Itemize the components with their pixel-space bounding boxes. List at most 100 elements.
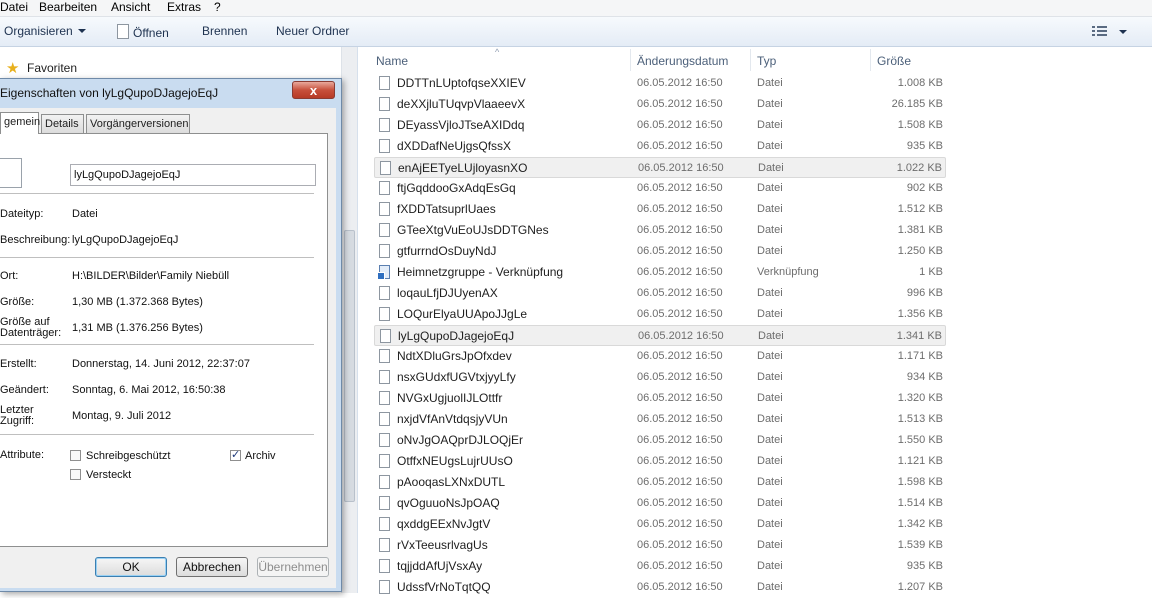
file-date: 06.05.2012 16:50: [638, 330, 724, 342]
file-date: 06.05.2012 16:50: [637, 539, 723, 551]
file-row[interactable]: deXXjluTUqvpVlaaeevX 06.05.2012 16:50 Date…: [374, 94, 946, 115]
close-icon: x: [309, 83, 318, 98]
file-row[interactable]: rVxTeeusrlvagUs 06.05.2012 16:50 Datei 1.53…: [374, 535, 946, 556]
file-date: 06.05.2012 16:50: [638, 162, 724, 174]
file-icon: [379, 475, 390, 489]
file-row[interactable]: GTeeXtgVuEoUJsDDTGNes 06.05.2012 16:50 Dat…: [374, 220, 946, 241]
file-type: Datei: [757, 98, 783, 110]
ok-button[interactable]: OK: [95, 557, 167, 577]
file-row[interactable]: LOQurElyaUUApoJJgLe 06.05.2012 16:50 Datei…: [374, 304, 946, 325]
column-name[interactable]: Name: [376, 54, 408, 68]
archive-checkbox[interactable]: [230, 448, 241, 461]
file-name-field[interactable]: lyLgQupoDJagejoEqJ: [70, 164, 316, 186]
file-row[interactable]: DDTTnLUptofqseXXIEV 06.05.2012 16:50 Datei…: [374, 73, 946, 94]
file-date: 06.05.2012 16:50: [637, 308, 723, 320]
file-type: Datei: [757, 140, 783, 152]
column-divider[interactable]: [630, 49, 631, 71]
open-button[interactable]: Öffnen: [117, 24, 169, 41]
file-icon: [379, 118, 390, 132]
tab-details[interactable]: Details: [41, 114, 84, 133]
chevron-down-icon: [77, 29, 86, 33]
file-row[interactable]: Heimnetzgruppe - Verknüpfung 06.05.2012 1…: [374, 262, 946, 283]
apply-button[interactable]: Übernehmen: [257, 557, 329, 577]
view-options-icon[interactable]: [1092, 25, 1108, 41]
file-name: Heimnetzgruppe - Verknüpfung: [397, 265, 564, 279]
file-row[interactable]: nxjdVfAnVtdqsjyVUn 06.05.2012 16:50 Datei 1…: [374, 409, 946, 430]
hidden-checkbox[interactable]: [70, 469, 81, 480]
column-divider[interactable]: [870, 49, 871, 71]
file-date: 06.05.2012 16:50: [637, 140, 723, 152]
file-size: 1.121 KB: [897, 455, 943, 467]
file-row[interactable]: UdssfVrNoTqtQQ 06.05.2012 16:50 Datei 1.207…: [374, 577, 946, 598]
file-icon: [0, 158, 22, 188]
file-icon: [379, 349, 390, 363]
file-size: 1.171 KB: [897, 350, 943, 362]
created-label: Erstellt:: [0, 358, 37, 370]
cancel-button[interactable]: Abbrechen: [176, 557, 248, 577]
file-type: Datei: [757, 518, 783, 530]
file-row[interactable]: loqauLfjDJUyenAX 06.05.2012 16:50 Datei 996…: [374, 283, 946, 304]
column-size[interactable]: Größe: [877, 54, 911, 68]
tab-previous-versions[interactable]: Vorgängerversionen: [86, 114, 190, 133]
readonly-label: Schreibgeschützt: [86, 450, 171, 462]
file-row[interactable]: nsxGUdxfUGVtxjyyLfy 06.05.2012 16:50 Datei…: [374, 367, 946, 388]
menu-datei[interactable]: Datei: [0, 0, 28, 14]
file-date: 06.05.2012 16:50: [637, 581, 723, 593]
file-icon: [379, 538, 390, 552]
file-type: Datei: [757, 560, 783, 572]
menu-bearbeiten[interactable]: Bearbeiten: [39, 0, 97, 14]
file-row[interactable]: NdtXDluGrsJpOfxdev 06.05.2012 16:50 Datei 1…: [374, 346, 946, 367]
file-name: nsxGUdxfUGVtxjyyLfy: [397, 370, 516, 384]
file-date: 06.05.2012 16:50: [637, 224, 723, 236]
file-date: 06.05.2012 16:50: [637, 434, 723, 446]
organize-button[interactable]: Organisieren: [4, 24, 86, 39]
file-row[interactable]: pAooqasLXNxDUTL 06.05.2012 16:50 Datei 1.59…: [374, 472, 946, 493]
file-size: 934 KB: [906, 371, 943, 383]
file-name: oNvJgOAQprDJLOQjEr: [397, 433, 524, 447]
file-name: fXDDTatsuprlUaes: [397, 202, 496, 216]
file-date: 06.05.2012 16:50: [637, 98, 723, 110]
file-size: 902 KB: [906, 182, 943, 194]
file-icon: [379, 307, 390, 321]
divider: [0, 193, 314, 194]
file-row[interactable]: ftjGqddooGxAdqEsGq 06.05.2012 16:50 Datei 9…: [374, 178, 946, 199]
nav-favorites[interactable]: Favoriten: [27, 61, 77, 75]
column-type[interactable]: Typ: [757, 54, 776, 68]
file-type: Datei: [757, 581, 783, 593]
file-row[interactable]: DEyassVjloJTseAXIDdq 06.05.2012 16:50 Date…: [374, 115, 946, 136]
column-date[interactable]: Änderungsdatum: [637, 54, 728, 68]
menu-bar: Datei Bearbeiten Ansicht Extras ?: [0, 0, 1152, 17]
view-menu-chevron-icon[interactable]: [1119, 30, 1127, 34]
location-label: Ort:: [0, 270, 19, 282]
file-name: ftjGqddooGxAdqEsGq: [397, 181, 516, 195]
menu-ansicht[interactable]: Ansicht: [111, 0, 150, 14]
burn-button[interactable]: Brennen: [202, 24, 247, 39]
new-folder-button[interactable]: Neuer Ordner: [276, 24, 349, 39]
close-button[interactable]: x: [292, 81, 335, 99]
menu-help[interactable]: ?: [214, 0, 221, 14]
file-size: 935 KB: [906, 140, 943, 152]
modified-label: Geändert:: [0, 384, 49, 396]
file-row[interactable]: gtfurrndOsDuyNdJ 06.05.2012 16:50 Datei 1.2…: [374, 241, 946, 262]
column-divider[interactable]: [750, 49, 751, 71]
file-row[interactable]: enAjEETyeLUjloyasnXO 06.05.2012 16:50 Date…: [374, 157, 946, 178]
file-date: 06.05.2012 16:50: [637, 266, 723, 278]
menu-extras[interactable]: Extras: [167, 0, 201, 14]
file-size: 1.508 KB: [897, 119, 943, 131]
created-value: Donnerstag, 14. Juni 2012, 22:37:07: [72, 358, 250, 370]
file-icon: [379, 76, 390, 90]
file-row[interactable]: oNvJgOAQprDJLOQjEr 06.05.2012 16:50 Datei 1…: [374, 430, 946, 451]
file-row[interactable]: OtffxNEUgsLujrUUsO 06.05.2012 16:50 Datei 1…: [374, 451, 946, 472]
file-row[interactable]: tqjjddAfUjVsxAy 06.05.2012 16:50 Datei 935 …: [374, 556, 946, 577]
file-size: 1.598 KB: [897, 476, 943, 488]
file-row[interactable]: NVGxUgjuolIJLOttfr 06.05.2012 16:50 Datei 1…: [374, 388, 946, 409]
file-row[interactable]: qxddgEExNvJgtV 06.05.2012 16:50 Datei 1.342…: [374, 514, 946, 535]
nav-scrollbar-thumb[interactable]: [344, 230, 355, 502]
file-date: 06.05.2012 16:50: [637, 413, 723, 425]
file-row[interactable]: dXDDafNeUjgsQfssX 06.05.2012 16:50 Datei 93…: [374, 136, 946, 157]
file-row[interactable]: fXDDTatsuprlUaes 06.05.2012 16:50 Datei 1.5…: [374, 199, 946, 220]
readonly-checkbox[interactable]: [70, 450, 81, 461]
tab-general[interactable]: gemein: [0, 112, 40, 134]
file-row[interactable]: lyLgQupoDJagejoEqJ 06.05.2012 16:50 Datei 1…: [374, 325, 946, 346]
file-row[interactable]: qvOguuoNsJpOAQ 06.05.2012 16:50 Datei 1.514…: [374, 493, 946, 514]
